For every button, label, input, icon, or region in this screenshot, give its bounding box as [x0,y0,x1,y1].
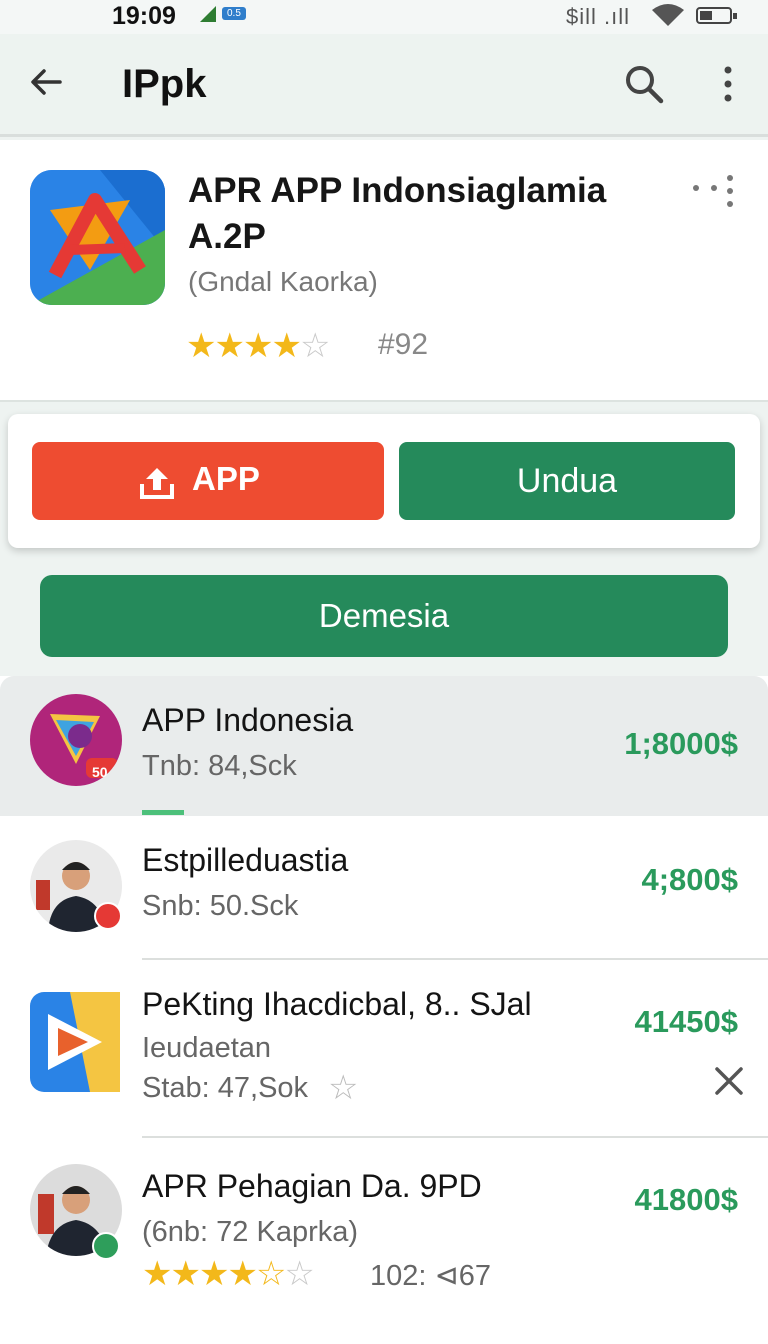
close-icon[interactable] [714,1066,744,1096]
list-item-title: APP Indonesia [142,702,354,738]
list-item-meta: Stab: 47,Sok [142,1072,309,1104]
sim-badge: 0.5 [222,7,246,20]
list-item[interactable]: 50 APP Indonesia Tnb: 84,Sck 1;8000$ [0,676,768,816]
list-item-price: 4;800$ [641,862,738,897]
star-full-icon: ★ [198,1255,230,1293]
status-badge [94,902,122,930]
page-title: IPpk [122,62,207,106]
rank-label: #92 [378,328,429,361]
star-full-icon: ★ [242,327,274,365]
app-header-card: APR APP Indonsiaglamia A.2P (Gndal Kaork… [0,140,768,402]
app-icon [30,694,122,786]
list-item-price: 1;8000$ [624,726,738,761]
rating-stars: ★★★★☆☆ [142,1254,315,1294]
list-item[interactable]: Estpilleduastia Snb: 50.Sck 4;800$ [0,816,768,960]
search-icon[interactable] [622,62,666,106]
app-button-label: APP [192,460,260,497]
list-item-subtitle: Ieudaetan [142,1032,272,1064]
signal-strength-icon: $ill .ıll [566,4,631,29]
app-name: APR APP Indonsiaglamia A.2P [188,171,607,256]
back-arrow-icon[interactable] [28,64,64,100]
star-empty-icon: ☆ [299,327,331,365]
list-item-title: PeKting Ihacdicbal, 8.. SJal [142,986,532,1022]
list-item-subtitle: (6nb: 72 Kaprka) [142,1216,359,1248]
list-item-price: 41800$ [634,1182,738,1217]
selection-indicator [142,810,184,815]
star-outline-icon[interactable]: ☆ [328,1068,358,1108]
list-item-title: Estpilleduastia [142,842,349,878]
app-logo-icon[interactable] [30,170,165,305]
wifi-icon [652,4,684,26]
list-item-meta: 102: ⊲67 [370,1260,492,1292]
status-badge [92,1232,120,1260]
star-full-icon: ★ [227,1255,258,1293]
star-empty-icon: ☆ [284,1255,315,1293]
overflow-menu-icon[interactable] [712,64,744,104]
star-full-icon: ★ [170,1255,201,1293]
list-item[interactable]: PeKting Ihacdicbal, 8.. SJal Ieudaetan S… [0,960,768,1138]
star-full-icon: ★ [186,327,217,365]
rating-stars: ★★★★☆ [186,326,331,366]
badge-count: 50 [92,764,108,780]
mobile-signal-icon [200,6,216,22]
app-bar: IPpk [0,34,768,137]
app-developer[interactable]: (Gndal Kaorka) [188,266,378,298]
battery-level [700,11,712,20]
undua-button[interactable]: Undua [399,442,735,520]
more-options-icon[interactable] [690,174,738,208]
star-full-icon: ★ [214,327,245,365]
battery-icon [696,7,737,24]
list-item-price: 41450$ [634,1004,738,1039]
upload-icon [140,468,174,499]
play-app-icon [30,992,120,1092]
action-card: APP Undua [8,414,760,548]
list-item-subtitle: Tnb: 84,Sck [142,750,297,782]
list-item-subtitle: Snb: 50.Sck [142,890,299,922]
app-upload-button[interactable]: APP [32,442,384,520]
list-item[interactable]: APR Pehagian Da. 9PD (6nb: 72 Kaprka) 41… [0,1136,768,1344]
star-full-icon: ★ [142,1255,173,1293]
demesia-button[interactable]: Demesia [40,575,728,657]
status-time: 19:09 [112,2,176,30]
star-half-icon: ★ [271,327,302,365]
app-list: 50 APP Indonesia Tnb: 84,Sck 1;8000$ Est… [0,676,768,1344]
list-item-title: APR Pehagian Da. 9PD [142,1168,482,1204]
star-half-icon: ☆ [255,1255,287,1293]
